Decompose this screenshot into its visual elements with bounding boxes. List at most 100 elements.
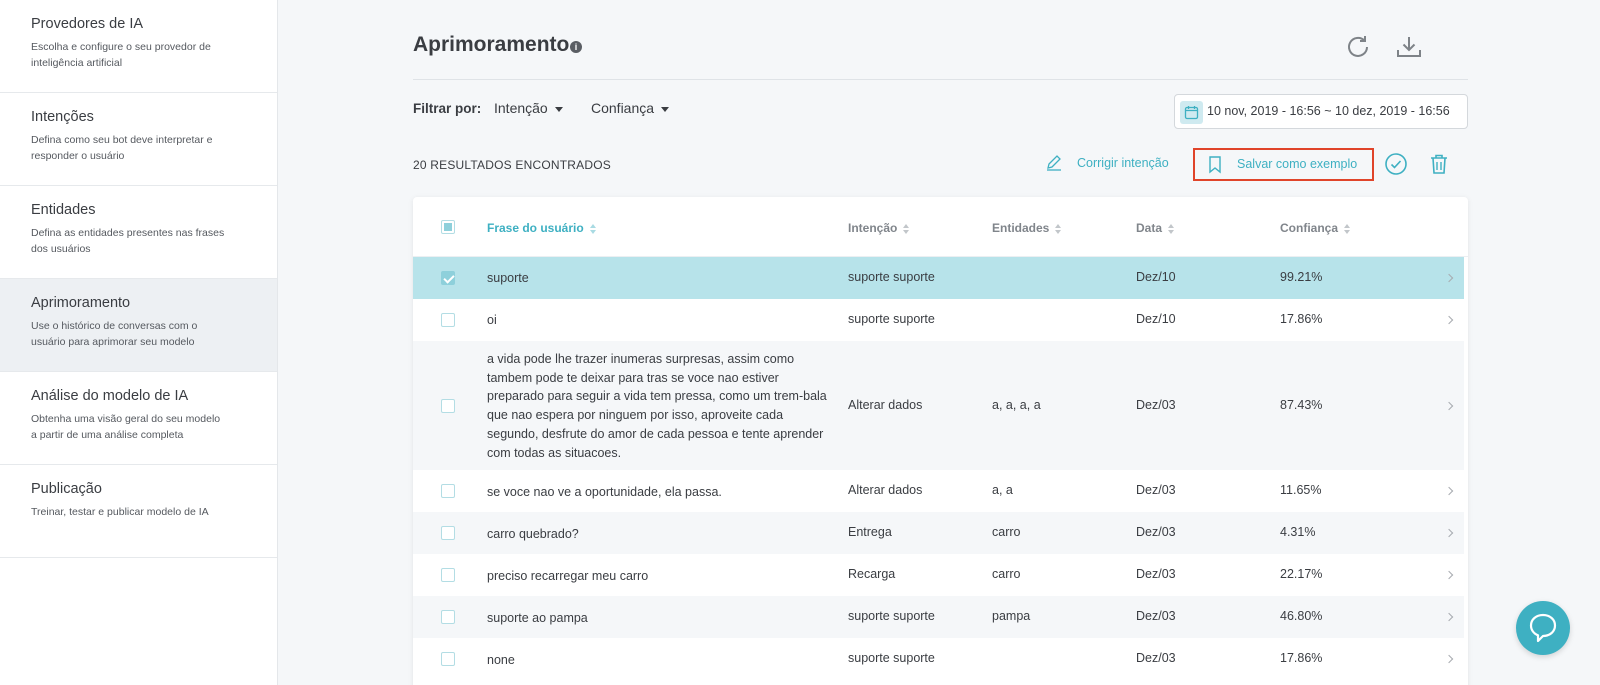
info-icon[interactable]: i [570,41,582,53]
sidebar-item-title: Análise do modelo de IA [31,388,189,404]
cell-date: Dez/03 [1136,567,1176,581]
date-range-picker[interactable]: 10 nov, 2019 - 16:56 ~ 10 dez, 2019 - 16… [1174,94,1468,129]
column-header-date[interactable]: Data [1136,221,1175,235]
cell-intent: suporte suporte [848,270,935,284]
delete-button[interactable] [1427,152,1451,176]
confidence-filter-label: Confiança [591,100,655,116]
cell-date: Dez/10 [1136,270,1176,284]
sidebar-item-desc: Defina como seu bot deve interpretar e r… [31,134,213,162]
sidebar-item-desc: Use o histórico de conversas com o usuár… [31,320,198,348]
column-header-label: Confiança [1280,221,1339,235]
cell-confidence: 99.21% [1280,270,1323,284]
row-checkbox[interactable] [441,610,455,624]
cell-entities: a, a [992,483,1013,497]
intent-filter-dropdown[interactable]: Intenção [494,100,563,116]
chat-button[interactable] [1516,601,1570,655]
results-count: 20 RESULTADOS ENCONTRADOS [413,158,611,172]
cell-phrase: oi [487,313,497,327]
intent-filter-label: Intenção [494,100,548,116]
sidebar-item-title: Provedores de IA [31,16,144,32]
select-all-checkbox[interactable] [441,220,455,234]
row-checkbox[interactable] [441,652,455,666]
save-as-example-label: Salvar como exemplo [1237,157,1358,171]
download-button[interactable] [1394,32,1424,62]
table-header: Frase do usuário Intenção Entidades Data… [413,197,1468,257]
column-header-confidence[interactable]: Confiança [1280,221,1351,235]
sidebar-item-intents[interactable]: Intenções Defina como seu bot deve inter… [0,93,277,186]
sidebar-item-title: Publicação [31,481,102,497]
cell-date: Dez/03 [1136,398,1176,412]
check-circle-icon [1385,153,1407,175]
download-icon [1397,37,1421,57]
row-checkbox[interactable] [441,484,455,498]
results-table: Frase do usuário Intenção Entidades Data… [413,197,1468,685]
cell-entities: a, a, a, a [992,398,1041,412]
table-row[interactable]: preciso recarregar meu carro Recarga car… [413,554,1464,596]
approve-button[interactable] [1384,152,1408,176]
sidebar-item-model-analysis[interactable]: Análise do modelo de IA Obtenha uma visã… [0,372,277,465]
pencil-icon [1047,155,1061,171]
table-row[interactable]: se voce nao ve a oportunidade, ela passa… [413,470,1464,512]
caret-down-icon [554,106,563,112]
table-row[interactable]: suporte ao pampa suporte suporte pampa D… [413,596,1464,638]
cell-intent: Recarga [848,567,896,581]
row-checkbox[interactable] [441,313,455,327]
cell-entities: carro [992,567,1021,581]
row-checkbox[interactable] [441,271,455,285]
table-row[interactable]: none suporte suporte Dez/03 17.86% [413,638,1464,680]
column-header-phrase[interactable]: Frase do usuário [487,221,596,235]
cell-phrase: suporte ao pampa [487,611,588,625]
cell-date: Dez/03 [1136,609,1176,623]
bookmark-icon [1209,156,1221,174]
row-checkbox[interactable] [441,399,455,413]
cell-confidence: 11.65% [1280,483,1322,497]
cell-phrase: a vida pode lhe trazer inumeras surpresa… [487,352,827,460]
chat-bubble-icon [1529,613,1557,643]
refresh-icon [1348,36,1368,57]
sidebar-item-desc: Escolha e configure o seu provedor de in… [31,41,211,69]
sidebar-item-desc: Treinar, testar e publicar modelo de IA [31,506,209,518]
cell-intent: Alterar dados [848,483,923,497]
sort-icon [589,223,596,234]
table-row[interactable]: suporte suporte suporte Dez/10 99.21% [413,257,1464,299]
sidebar-item-title: Aprimoramento [31,295,131,311]
column-header-entities[interactable]: Entidades [992,221,1062,235]
cell-intent: suporte suporte [848,312,935,326]
table-row[interactable]: oi suporte suporte Dez/10 17.86% [413,299,1464,341]
row-checkbox[interactable] [441,526,455,540]
chevron-right-icon [1444,612,1454,622]
column-header-label: Data [1136,221,1163,235]
fix-intent-button[interactable]: Corrigir intenção [1045,153,1175,173]
sidebar-item-publication[interactable]: Publicação Treinar, testar e publicar mo… [0,465,277,558]
cell-phrase: preciso recarregar meu carro [487,569,649,583]
sidebar-item-entities[interactable]: Entidades Defina as entidades presentes … [0,186,277,279]
row-checkbox[interactable] [441,568,455,582]
chevron-right-icon [1444,570,1454,580]
column-header-label: Frase do usuário [487,221,584,235]
column-header-intent[interactable]: Intenção [848,221,910,235]
cell-intent: suporte suporte [848,609,935,623]
cell-phrase: suporte [487,271,529,285]
cell-phrase: none [487,653,515,667]
cell-confidence: 17.86% [1280,312,1323,326]
sidebar-item-ai-providers[interactable]: Provedores de IA Escolha e configure o s… [0,0,277,93]
cell-date: Dez/03 [1136,483,1176,497]
cell-date: Dez/03 [1136,651,1176,665]
table-row[interactable]: a vida pode lhe trazer inumeras surpresa… [413,341,1464,470]
chevron-right-icon [1444,654,1454,664]
cell-confidence: 17.86% [1280,651,1323,665]
cell-date: Dez/03 [1136,525,1176,539]
chevron-right-icon [1444,486,1454,496]
sort-icon [1055,223,1062,234]
chevron-right-icon [1444,315,1454,325]
refresh-button[interactable] [1343,32,1373,62]
confidence-filter-dropdown[interactable]: Confiança [591,100,670,116]
cell-phrase: se voce nao ve a oportunidade, ela passa… [487,485,722,499]
cell-confidence: 46.80% [1280,609,1323,623]
sort-icon [1344,223,1351,234]
sidebar-item-title: Entidades [31,202,96,218]
save-as-example-button[interactable]: Salvar como exemplo [1193,148,1374,181]
table-row[interactable]: carro quebrado? Entrega carro Dez/03 4.3… [413,512,1464,554]
sort-icon [1168,223,1175,234]
sidebar-item-enhancement[interactable]: Aprimoramento Use o histórico de convers… [0,279,277,372]
